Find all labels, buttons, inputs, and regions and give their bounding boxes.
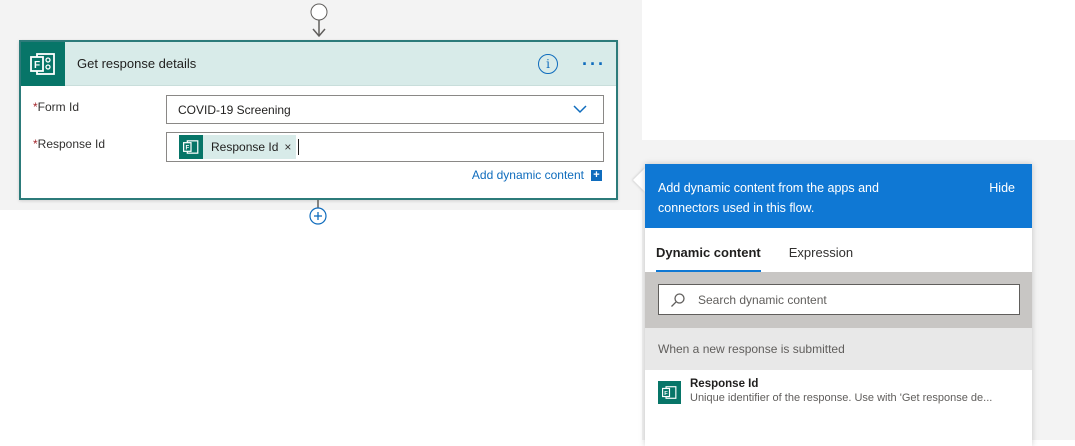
panel-pointer — [633, 168, 645, 192]
card-title: Get response details — [77, 56, 197, 71]
panel-header-text: Add dynamic content from the apps and co… — [658, 181, 879, 215]
response-id-token[interactable]: F Response Id × — [179, 135, 297, 159]
remove-token-icon[interactable]: × — [284, 140, 291, 154]
result-description: Unique identifier of the response. Use w… — [690, 392, 993, 404]
connector-arrow-icon — [310, 3, 328, 38]
card-header[interactable]: F Get response details i ··· — [21, 41, 616, 86]
panel-header: Add dynamic content from the apps and co… — [645, 164, 1032, 228]
insert-step-icon[interactable] — [308, 200, 328, 226]
tab-expression[interactable]: Expression — [789, 245, 853, 272]
section-title: When a new response is submitted — [658, 342, 845, 356]
list-item[interactable]: F Response Id Unique identifier of the r… — [645, 370, 1032, 404]
chevron-down-icon — [573, 105, 587, 114]
info-icon[interactable]: i — [538, 53, 559, 74]
add-icon: + — [591, 169, 602, 181]
svg-text:F: F — [34, 60, 40, 71]
token-label: Response Id — [211, 140, 279, 154]
response-id-field[interactable]: F Response Id × — [166, 132, 604, 162]
form-id-label: *Form Id — [33, 100, 79, 114]
svg-text:F: F — [185, 144, 189, 151]
tab-dynamic-content[interactable]: Dynamic content — [656, 245, 761, 272]
hide-button[interactable]: Hide — [989, 178, 1015, 198]
response-id-label: *Response Id — [33, 137, 105, 151]
form-id-label-text: Form Id — [37, 100, 80, 114]
panel-tabs: Dynamic content Expression — [645, 228, 1032, 272]
action-card: F Get response details i ··· *Form Id CO… — [19, 40, 618, 200]
search-input[interactable]: Search dynamic content — [658, 284, 1020, 315]
text-caret — [298, 139, 300, 155]
microsoft-forms-icon: F — [658, 381, 681, 404]
svg-text:F: F — [664, 391, 668, 397]
more-options-icon[interactable]: ··· — [582, 55, 606, 73]
search-icon — [671, 292, 685, 307]
add-dynamic-content-link[interactable]: Add dynamic content + — [472, 168, 602, 182]
response-id-label-text: Response Id — [37, 137, 106, 151]
form-id-value: COVID-19 Screening — [178, 102, 291, 117]
section-header: When a new response is submitted — [645, 328, 1032, 370]
search-area: Search dynamic content — [645, 272, 1032, 328]
result-title: Response Id — [690, 378, 759, 390]
search-placeholder: Search dynamic content — [698, 292, 827, 307]
add-dynamic-content-label: Add dynamic content — [471, 168, 584, 182]
dynamic-content-panel: Add dynamic content from the apps and co… — [645, 164, 1032, 446]
microsoft-forms-icon: F — [21, 41, 65, 86]
form-id-dropdown[interactable]: COVID-19 Screening — [166, 95, 604, 124]
microsoft-forms-icon: F — [179, 135, 203, 159]
